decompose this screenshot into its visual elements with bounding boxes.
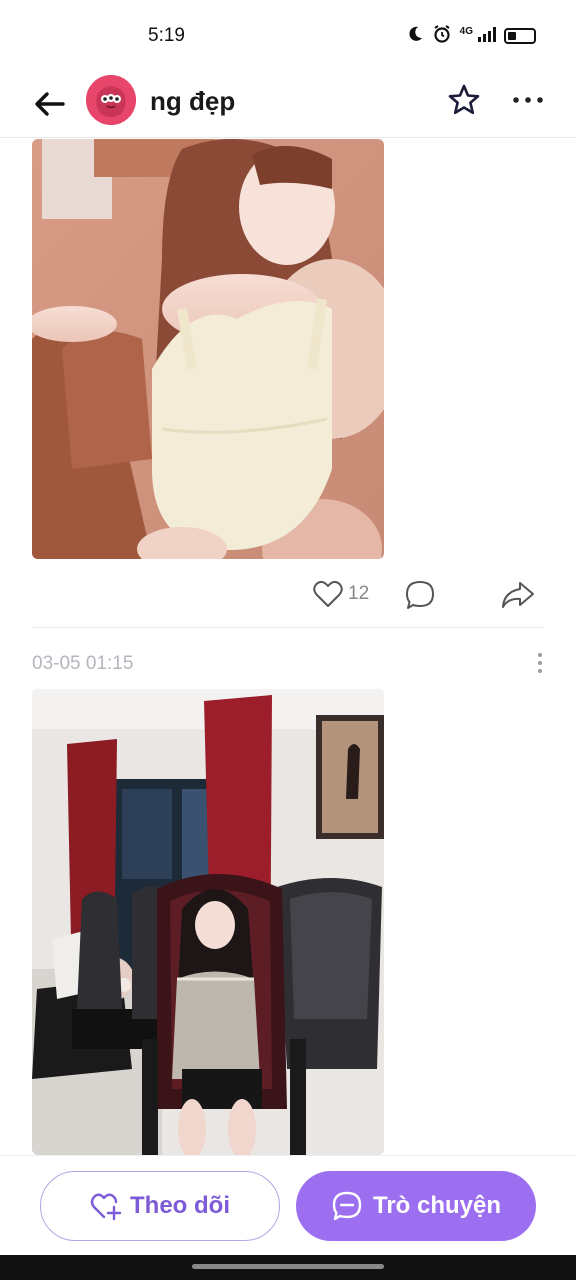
chat-button[interactable]: Trò chuyện [296,1171,536,1241]
bottom-action-bar: Theo dõi Trò chuyện [0,1155,576,1255]
more-icon [513,97,543,103]
post-more-button[interactable] [528,649,552,677]
post-feed[interactable]: 12 03-05 01:15 [0,139,576,1155]
status-time: 5:19 [148,25,185,46]
page-title: ng đẹp [150,86,236,116]
post-divider [32,627,544,628]
chat-icon [332,1191,362,1221]
back-button[interactable] [30,84,70,124]
home-indicator[interactable] [192,1264,384,1269]
post-photo[interactable] [32,139,384,559]
share-button[interactable] [500,579,536,616]
comment-button[interactable] [404,579,436,616]
heart-icon [313,580,343,607]
dot [538,653,542,657]
back-arrow-icon [35,92,65,116]
network-label: 4G [459,25,473,37]
top-app-bar: ng đẹp [0,72,576,138]
system-nav-bar [0,1255,576,1280]
post-timestamp: 03-05 01:15 [32,653,134,674]
status-icons: 4G [406,24,536,49]
follow-label: Theo dõi [130,1192,230,1219]
more-options-button[interactable] [508,80,548,120]
chat-label: Trò chuyện [372,1192,502,1219]
share-icon [502,582,534,608]
favorite-button[interactable] [444,80,484,120]
alarm-icon [432,24,452,49]
dot [538,661,542,665]
avatar[interactable] [86,75,136,125]
post-actions: 12 [0,575,576,625]
status-bar: 5:19 4G [0,0,576,72]
like-button[interactable]: 12 [312,579,369,609]
battery-icon [504,28,536,44]
post-photo[interactable] [32,689,384,1155]
follow-button[interactable]: Theo dõi [40,1171,280,1241]
dot [538,669,542,673]
like-count: 12 [348,583,370,604]
signal-icon: 4G [460,26,496,47]
star-icon [448,84,480,115]
moon-icon [406,25,424,48]
heart-plus-icon [90,1193,122,1221]
comment-icon [406,581,434,609]
